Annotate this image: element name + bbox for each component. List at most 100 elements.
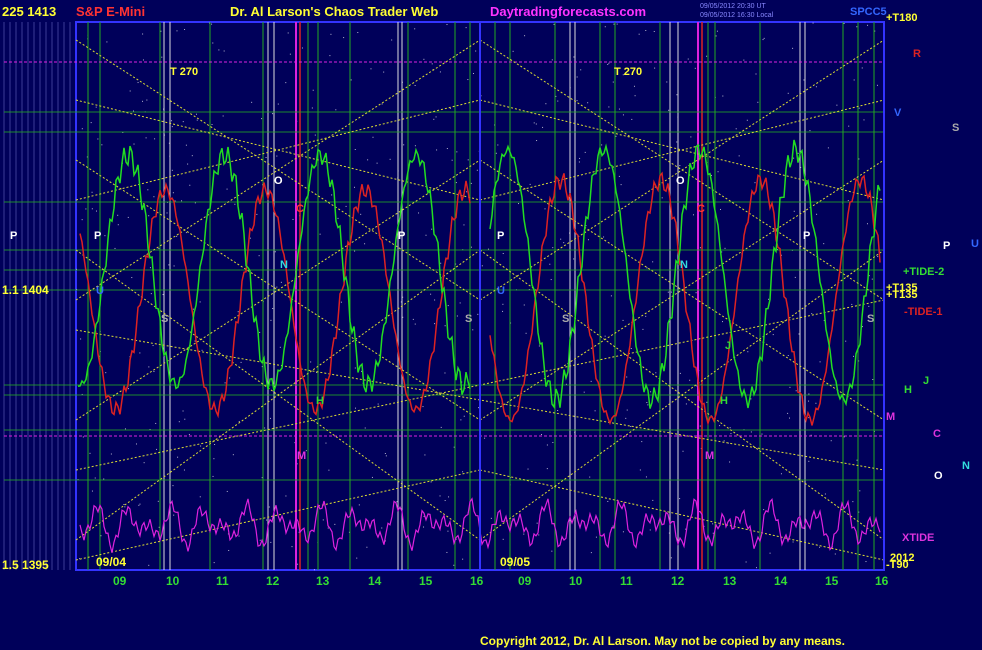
star-dot bbox=[780, 473, 782, 475]
star-dot bbox=[345, 205, 347, 207]
star-dot bbox=[590, 380, 592, 382]
star-dot bbox=[808, 460, 810, 462]
star-dot bbox=[148, 564, 150, 566]
star-dot bbox=[343, 37, 345, 39]
star-dot bbox=[557, 409, 559, 411]
star-dot bbox=[476, 169, 478, 171]
star-dot bbox=[853, 79, 855, 81]
star-dot bbox=[794, 276, 796, 278]
star-dot bbox=[139, 352, 141, 354]
star-dot bbox=[793, 210, 795, 212]
star-dot bbox=[550, 279, 552, 281]
star-dot bbox=[448, 496, 450, 498]
planet-n: N bbox=[680, 259, 688, 271]
star-dot bbox=[110, 453, 112, 455]
star-dot bbox=[573, 56, 575, 58]
star-dot bbox=[261, 118, 263, 120]
star-dot bbox=[376, 162, 378, 164]
planet-p: P bbox=[94, 230, 102, 242]
star-dot bbox=[139, 503, 141, 505]
star-dot bbox=[259, 539, 261, 541]
star-dot bbox=[367, 159, 369, 161]
star-dot bbox=[827, 147, 829, 149]
star-dot bbox=[616, 23, 618, 25]
star-dot bbox=[446, 148, 448, 150]
star-dot bbox=[472, 73, 474, 75]
star-dot bbox=[502, 538, 504, 540]
star-dot bbox=[685, 403, 687, 405]
star-dot bbox=[563, 242, 565, 244]
star-dot bbox=[819, 546, 821, 548]
star-dot bbox=[182, 410, 184, 412]
planet-s: S bbox=[562, 313, 570, 325]
label-tide1: -TIDE-1 bbox=[904, 306, 943, 318]
star-dot bbox=[466, 191, 468, 193]
star-dot bbox=[264, 427, 266, 429]
star-dot bbox=[103, 478, 105, 480]
star-dot bbox=[301, 47, 303, 49]
star-dot bbox=[200, 445, 202, 447]
star-dot bbox=[484, 437, 486, 439]
planet-c: C bbox=[697, 203, 705, 215]
hour-tick: 10 bbox=[166, 574, 180, 588]
planet-m: M bbox=[705, 450, 715, 462]
planet-p-left: P bbox=[10, 230, 18, 242]
star-dot bbox=[867, 24, 869, 26]
star-dot bbox=[354, 367, 356, 369]
star-dot bbox=[589, 476, 591, 478]
star-dot bbox=[89, 452, 91, 454]
label-h: H bbox=[904, 384, 912, 396]
planet-p: P bbox=[497, 230, 505, 242]
star-dot bbox=[622, 319, 624, 321]
star-dot bbox=[462, 558, 464, 560]
star-dot bbox=[679, 165, 681, 167]
star-dot bbox=[607, 63, 609, 65]
star-dot bbox=[161, 56, 163, 58]
star-dot bbox=[157, 500, 159, 502]
star-dot bbox=[722, 95, 724, 97]
hour-tick: 15 bbox=[419, 574, 433, 588]
star-dot bbox=[155, 422, 157, 424]
star-dot bbox=[490, 517, 492, 519]
star-dot bbox=[512, 50, 514, 52]
star-dot bbox=[851, 303, 853, 305]
star-dot bbox=[289, 53, 291, 55]
star-dot bbox=[97, 138, 99, 140]
star-dot bbox=[608, 106, 610, 108]
star-dot bbox=[626, 376, 628, 378]
star-dot bbox=[360, 213, 362, 215]
star-dot bbox=[287, 32, 289, 34]
star-dot bbox=[502, 253, 504, 255]
star-dot bbox=[746, 119, 748, 121]
star-dot bbox=[463, 415, 465, 417]
star-dot bbox=[85, 208, 87, 210]
star-dot bbox=[434, 299, 436, 301]
star-dot bbox=[472, 329, 474, 331]
planet-p: P bbox=[398, 230, 406, 242]
star-dot bbox=[105, 372, 107, 374]
planet-m: M bbox=[297, 450, 307, 462]
star-dot bbox=[95, 106, 97, 108]
copyright-notice: Copyright 2012, Dr. Al Larson. May not b… bbox=[480, 634, 845, 648]
star-dot bbox=[579, 157, 581, 159]
star-dot bbox=[146, 99, 148, 101]
star-dot bbox=[853, 355, 855, 357]
star-dot bbox=[132, 110, 134, 112]
star-dot bbox=[525, 332, 527, 334]
star-dot bbox=[173, 265, 175, 267]
star-dot bbox=[212, 475, 214, 477]
star-dot bbox=[626, 409, 628, 411]
star-dot bbox=[865, 561, 867, 563]
star-dot bbox=[695, 292, 697, 294]
star-dot bbox=[769, 552, 771, 554]
star-dot bbox=[249, 237, 251, 239]
star-dot bbox=[622, 114, 624, 116]
star-dot bbox=[858, 158, 860, 160]
star-dot bbox=[652, 499, 654, 501]
star-dot bbox=[797, 152, 799, 154]
star-dot bbox=[447, 530, 449, 532]
hour-tick: 16 bbox=[470, 574, 484, 588]
site-url[interactable]: Daytradingforecasts.com bbox=[490, 4, 646, 19]
star-dot bbox=[594, 410, 596, 412]
star-dot bbox=[729, 427, 731, 429]
